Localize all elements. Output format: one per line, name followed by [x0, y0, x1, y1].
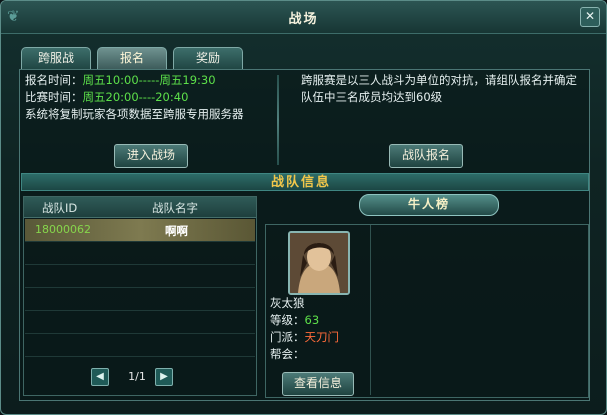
sect-value: 天刀门	[304, 330, 340, 344]
page-indicator: 1/1	[128, 370, 146, 383]
prev-page-button[interactable]: ◀	[91, 368, 109, 386]
signup-time-row: 报名时间：周五10:00-----周五19:30	[25, 72, 244, 89]
close-button[interactable]: ✕	[580, 7, 600, 27]
vertical-divider	[277, 75, 279, 165]
portrait-icon	[290, 233, 348, 293]
pagination: ◀ 1/1 ▶	[91, 368, 181, 386]
tab-rewards[interactable]: 奖励	[173, 47, 243, 69]
schedule-info: 报名时间：周五10:00-----周五19:30 比赛时间：周五20:00---…	[25, 72, 244, 123]
match-time-value: 周五20:00----20:40	[82, 90, 189, 104]
team-list: 战队ID 战队名字 18000062 啊啊	[23, 196, 257, 396]
player-level-row: 等级：63	[270, 312, 339, 329]
table-row[interactable]: 18000062 啊啊	[25, 219, 255, 242]
rules-description: 跨服赛是以三人战斗为单位的对抗，请组队报名并确定队伍中三名成员均达到60级	[301, 73, 577, 104]
player-guild-label: 帮会：	[270, 347, 305, 361]
tab-signup[interactable]: 报名	[97, 47, 167, 69]
table-row-empty	[25, 288, 255, 311]
player-avatar[interactable]	[288, 231, 350, 295]
leaderboard-title-button[interactable]: 牛人榜	[359, 194, 499, 216]
player-name: 灰太狼	[270, 296, 305, 310]
table-row-empty	[25, 265, 255, 288]
table-row-empty	[25, 334, 255, 357]
match-time-row: 比赛时间：周五20:00----20:40	[25, 89, 244, 106]
team-signup-button[interactable]: 战队报名	[389, 144, 463, 168]
battlefield-window: ❦ 战场 ✕ 跨服战 报名 奖励 报名时间：周五10:00-----周五19:3…	[0, 0, 607, 415]
view-info-button[interactable]: 查看信息	[282, 372, 354, 396]
table-row-empty	[25, 311, 255, 334]
system-note: 系统将复制玩家各项数据至跨服专用服务器	[25, 107, 244, 121]
team-id-cell: 18000062	[35, 223, 91, 236]
column-team-name: 战队名字	[152, 201, 198, 215]
next-page-button[interactable]: ▶	[155, 368, 173, 386]
enter-battlefield-button[interactable]: 进入战场	[114, 144, 188, 168]
player-stats: 灰太狼 等级：63 门派：天刀门 帮会：	[270, 295, 339, 363]
column-team-id: 战队ID	[42, 201, 78, 215]
section-title: 战队信息	[270, 175, 331, 190]
match-time-label: 比赛时间：	[25, 90, 83, 104]
team-name-cell: 啊啊	[165, 224, 188, 238]
team-list-header: 战队ID 战队名字	[24, 197, 256, 218]
table-row-empty	[25, 242, 255, 265]
signup-time-value: 周五10:00-----周五19:30	[82, 73, 216, 87]
level-label: 等级：	[270, 313, 305, 327]
tab-cross-server-battle[interactable]: 跨服战	[21, 47, 91, 69]
level-value: 63	[304, 313, 320, 327]
sect-label: 门派：	[270, 330, 305, 344]
signup-time-label: 报名时间：	[25, 73, 83, 87]
window-title: 战场	[288, 12, 319, 27]
player-card: 灰太狼 等级：63 门派：天刀门 帮会：	[266, 225, 371, 395]
player-sect-row: 门派：天刀门	[270, 329, 339, 346]
title-bar: ❦ 战场 ✕	[1, 1, 606, 34]
